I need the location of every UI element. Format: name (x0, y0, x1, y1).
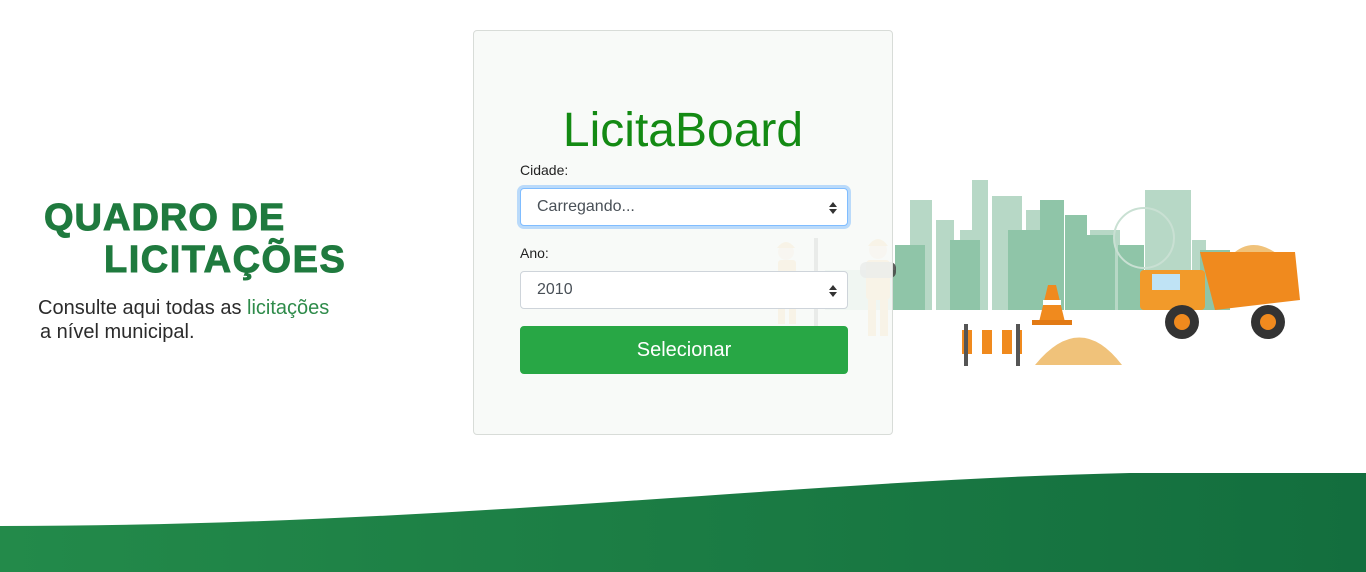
hero-subtitle-highlight: licitações (247, 297, 330, 319)
submit-button[interactable]: Selecionar (520, 326, 848, 374)
page: QUADRO DE LICITAÇÕES Consulte aqui todas… (0, 0, 1366, 572)
year-select-value: 2010 (537, 281, 573, 298)
hero-subtitle-line2: a nível municipal. (40, 321, 195, 343)
city-select-value: Carregando... (537, 198, 635, 215)
road-barrier-icon (962, 324, 1022, 366)
city-select[interactable]: Carregando... (520, 188, 848, 226)
city-label: Cidade: (520, 162, 569, 178)
hero-title-line2: LICITAÇÕES (104, 239, 347, 282)
hero-subtitle: Consulte aqui todas as licitações a níve… (38, 296, 418, 344)
sort-arrows-icon (829, 285, 837, 297)
hero-title: QUADRO DE LICITAÇÕES (44, 198, 424, 282)
footer-wave (0, 473, 1366, 572)
hero-subtitle-text: Consulte aqui todas as (38, 297, 248, 319)
app-title: LicitaBoard (562, 104, 804, 157)
year-select[interactable]: 2010 (520, 271, 848, 309)
selection-card: LicitaBoard Cidade: Carregando... Ano: 2… (473, 30, 893, 435)
sort-arrows-icon (829, 202, 837, 214)
hero-title-line1: QUADRO DE (44, 197, 286, 239)
year-label: Ano: (520, 245, 549, 261)
